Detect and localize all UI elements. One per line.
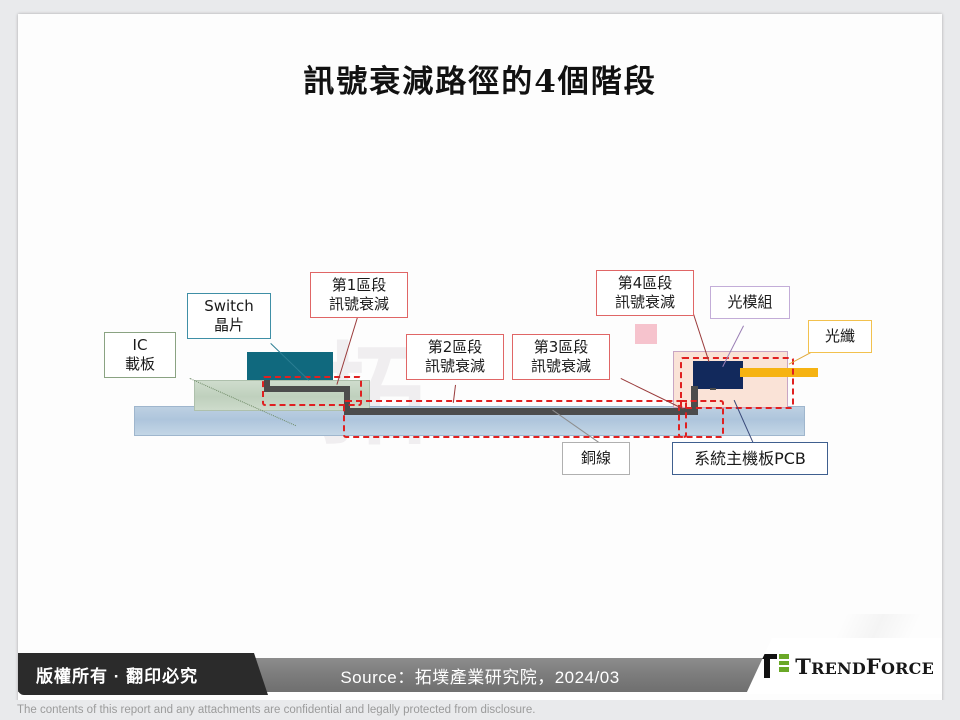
logo-rend: REND xyxy=(811,658,866,678)
signal-attenuation-diagram: IC 載板 Switch 晶片 第1區段 訊號衰減 第2區段 訊號衰減 第3區段… xyxy=(18,14,942,706)
label-optical-fiber[interactable]: 光纖 xyxy=(808,320,872,353)
trendforce-logo[interactable]: TRENDFORCE xyxy=(746,638,942,694)
label-optical-module-line1: 光模組 xyxy=(727,293,773,311)
label-segment-1-line2: 訊號衰減 xyxy=(328,295,389,313)
logo-t: T xyxy=(795,653,812,679)
label-optical-module[interactable]: 光模組 xyxy=(710,286,790,319)
leader-segment-1 xyxy=(336,313,359,385)
label-segment-3-line2: 訊號衰減 xyxy=(530,357,591,375)
label-copper-wire[interactable]: 銅線 xyxy=(562,442,630,475)
label-segment-4[interactable]: 第4區段 訊號衰減 xyxy=(596,270,694,316)
pink-accent-shape xyxy=(635,324,657,344)
highlight-zone-segment-2-3 xyxy=(343,400,687,438)
label-segment-4-line1: 第4區段 xyxy=(617,274,673,292)
label-system-pcb[interactable]: 系統主機板PCB xyxy=(672,442,828,475)
label-switch-chip[interactable]: Switch 晶片 xyxy=(187,293,271,339)
label-segment-1-line1: 第1區段 xyxy=(331,276,387,294)
label-segment-1[interactable]: 第1區段 訊號衰減 xyxy=(310,272,408,318)
label-system-pcb-line1: 系統主機板PCB xyxy=(694,449,806,468)
label-segment-3[interactable]: 第3區段 訊號衰減 xyxy=(512,334,610,380)
label-ic-substrate-line2: 載板 xyxy=(124,355,155,373)
label-segment-2[interactable]: 第2區段 訊號衰減 xyxy=(406,334,504,380)
label-segment-4-line2: 訊號衰減 xyxy=(614,293,675,311)
confidentiality-disclaimer: The contents of this report and any atta… xyxy=(0,700,960,720)
slide-footer: Source：拓墣產業研究院，2024/03 版權所有 · 翻印必究 TREND… xyxy=(18,638,942,706)
label-switch-chip-line1: Switch xyxy=(204,297,254,315)
label-ic-substrate-line1: IC xyxy=(132,336,148,354)
label-ic-substrate[interactable]: IC 載板 xyxy=(104,332,176,378)
label-copper-wire-line1: 銅線 xyxy=(580,449,611,467)
slide-canvas: 訊號衰減路徑的4個階段 拓 OLOGY RESEARCH INSTITUTE xyxy=(18,14,942,706)
label-segment-3-line1: 第3區段 xyxy=(533,338,589,356)
copyright-tag: 版權所有 · 翻印必究 xyxy=(18,653,268,695)
label-switch-chip-line2: 晶片 xyxy=(213,316,244,334)
logo-f: F xyxy=(865,653,882,679)
highlight-zone-segment-4 xyxy=(680,357,794,409)
label-segment-2-line1: 第2區段 xyxy=(427,338,483,356)
label-optical-fiber-line1: 光纖 xyxy=(824,327,855,345)
label-segment-2-line2: 訊號衰減 xyxy=(424,357,485,375)
trendforce-logo-icon xyxy=(759,654,790,678)
logo-orce: ORCE xyxy=(881,658,934,678)
trendforce-logo-text: TRENDFORCE xyxy=(795,654,934,679)
